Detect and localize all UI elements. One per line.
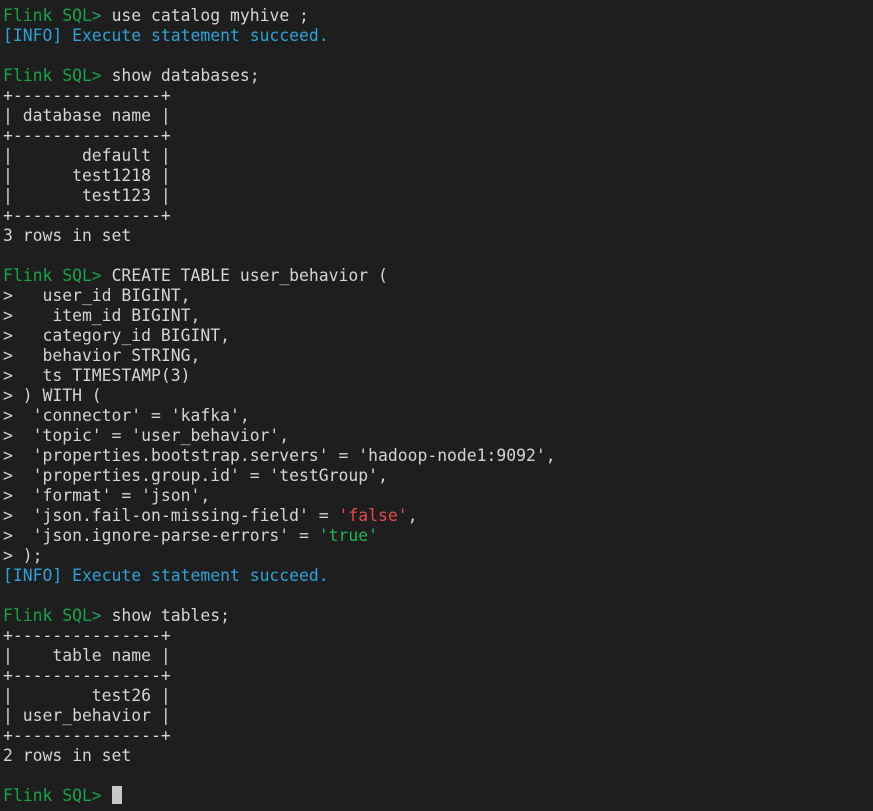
info-message: [INFO] Execute statement succeed. xyxy=(3,26,329,45)
table-border: +---------------+ xyxy=(3,126,171,145)
continuation-line: > 'format' = 'json', xyxy=(3,486,211,505)
command-text: use catalog myhive ; xyxy=(111,6,309,25)
continuation-line: > ); xyxy=(3,546,43,565)
table-border: +---------------+ xyxy=(3,86,171,105)
command-line: Flink SQL> show tables; xyxy=(3,606,873,626)
command-text: CREATE TABLE user_behavior ( xyxy=(111,266,388,285)
table-row: | test1218 | xyxy=(3,166,171,185)
option-key: > 'json.ignore-parse-errors' = xyxy=(3,526,319,545)
prompt: Flink SQL> xyxy=(3,6,112,25)
false-literal: 'false' xyxy=(338,506,408,525)
continuation-line: > ) WITH ( xyxy=(3,386,102,405)
table-border: +---------------+ xyxy=(3,626,171,645)
row-count: 2 rows in set xyxy=(3,746,132,765)
prompt: Flink SQL> xyxy=(3,606,112,625)
prompt: Flink SQL> xyxy=(3,66,112,85)
command-line: Flink SQL> show databases; xyxy=(3,66,873,86)
continuation-line: > ts TIMESTAMP(3) xyxy=(3,366,191,385)
table-border: +---------------+ xyxy=(3,726,171,745)
table-row: | test123 | xyxy=(3,186,171,205)
continuation-line: > user_id BIGINT, xyxy=(3,286,191,305)
continuation-line: > behavior STRING, xyxy=(3,346,201,365)
prompt: Flink SQL> xyxy=(3,786,112,805)
table-border: +---------------+ xyxy=(3,666,171,685)
table-row: | test26 | xyxy=(3,686,171,705)
continuation-line: > category_id BIGINT, xyxy=(3,326,230,345)
continuation-line: > 'json.fail-on-missing-field' = 'false'… xyxy=(3,506,873,526)
option-key: > 'json.fail-on-missing-field' = xyxy=(3,506,339,525)
true-literal: 'true' xyxy=(318,526,378,545)
continuation-line: > 'properties.group.id' = 'testGroup', xyxy=(3,466,388,485)
continuation-line: > 'topic' = 'user_behavior', xyxy=(3,426,290,445)
command-line: Flink SQL> CREATE TABLE user_behavior ( xyxy=(3,266,873,286)
active-command-line[interactable]: Flink SQL> xyxy=(3,786,873,806)
table-border: +---------------+ xyxy=(3,206,171,225)
table-row: | user_behavior | xyxy=(3,706,171,725)
table-row: | default | xyxy=(3,146,171,165)
continuation-line: > item_id BIGINT, xyxy=(3,306,201,325)
continuation-line: > 'json.ignore-parse-errors' = 'true' xyxy=(3,526,873,546)
command-line: Flink SQL> use catalog myhive ; xyxy=(3,6,873,26)
table-header: | database name | xyxy=(3,106,171,125)
table-header: | table name | xyxy=(3,646,171,665)
prompt: Flink SQL> xyxy=(3,266,112,285)
punctuation: , xyxy=(407,506,418,525)
continuation-line: > 'properties.bootstrap.servers' = 'hado… xyxy=(3,446,556,465)
terminal-window[interactable]: Flink SQL> use catalog myhive ; [INFO] E… xyxy=(0,0,873,811)
continuation-line: > 'connector' = 'kafka', xyxy=(3,406,250,425)
command-text: show databases; xyxy=(111,66,260,85)
info-message: [INFO] Execute statement succeed. xyxy=(3,566,329,585)
cursor-block[interactable] xyxy=(111,786,122,804)
row-count: 3 rows in set xyxy=(3,226,132,245)
command-text: show tables; xyxy=(111,606,230,625)
